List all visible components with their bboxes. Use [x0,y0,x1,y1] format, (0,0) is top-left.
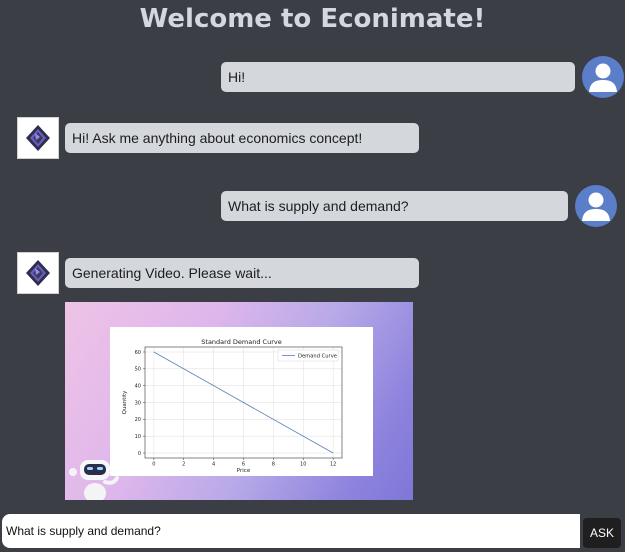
user-avatar-icon [575,185,617,227]
question-input[interactable] [2,514,580,548]
x-tick-label: 0 [152,462,155,468]
demand-chart: Standard Demand Curve 0 2 4 6 8 10 12 0 10 20 30 40… [110,327,373,476]
x-tick-label: 4 [212,462,215,468]
chart-legend: Demand Curve [277,349,339,362]
x-tick-label: 10 [300,462,306,468]
chart-title: Standard Demand Curve [201,338,281,346]
y-tick-label: 60 [135,350,141,356]
bot-avatar-icon [17,117,59,159]
x-tick-label: 12 [330,462,336,468]
user-avatar-icon [582,56,624,98]
x-tick-label: 6 [242,462,245,468]
y-tick-label: 10 [135,434,141,440]
demand-chart-svg: Standard Demand Curve 0 2 4 6 8 10 12 0 10 20 30 40… [122,338,343,474]
ask-button[interactable]: ASK [583,518,621,548]
robot-mascot-icon [69,460,119,500]
x-tick-label: 2 [182,462,185,468]
bot-message: Hi! Ask me anything about economics conc… [65,123,419,153]
y-axis-label: Quantity [122,390,128,415]
y-tick-label: 40 [135,383,141,389]
y-tick-label: 0 [138,451,141,457]
user-message: What is supply and demand? [221,191,568,221]
y-tick-label: 30 [135,400,141,406]
bot-avatar-icon [17,252,59,294]
x-tick-label: 8 [272,462,275,468]
x-axis-label: Price [237,468,251,474]
y-tick-label: 20 [135,417,141,423]
generated-video[interactable]: Standard Demand Curve 0 2 4 6 8 10 12 0 10 20 30 40… [65,302,413,500]
page-title: Welcome to Econimate! [139,4,486,34]
y-tick-label: 50 [135,367,141,373]
legend-label: Demand Curve [298,354,337,360]
user-message: Hi! [221,62,575,92]
bot-message: Generating Video. Please wait... [65,258,419,288]
